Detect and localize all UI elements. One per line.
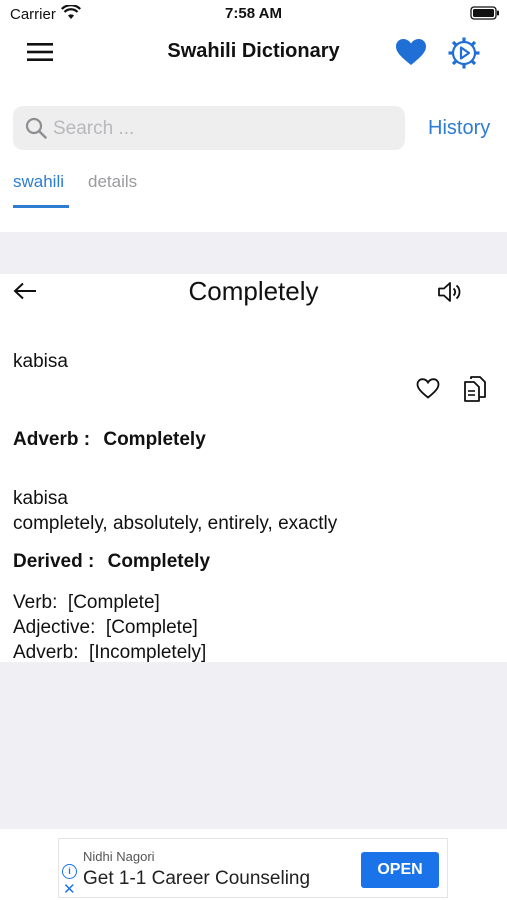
battery-icon: [470, 6, 499, 20]
definition-line: completely, absolutely, entirely, exactl…: [13, 513, 338, 534]
derived-line: Verb: [Complete]: [13, 592, 160, 613]
adverb-heading: Adverb : Completely: [13, 429, 206, 451]
search-placeholder: Search ...: [53, 118, 135, 139]
page-title: Swahili Dictionary: [167, 40, 340, 62]
heart-outline-icon[interactable]: [416, 378, 440, 399]
definition-line: kabisa: [13, 488, 68, 509]
speaker-icon[interactable]: [437, 281, 463, 303]
empty-content-area: [0, 662, 507, 829]
search-input[interactable]: Search ...: [13, 106, 405, 150]
copy-icon[interactable]: [463, 375, 487, 402]
entry-word-title: Completely: [188, 276, 319, 306]
derived-line: Adjective: [Complete]: [13, 617, 198, 638]
adverb-definition: kabisa completely, absolutely, entirely,…: [13, 486, 337, 536]
status-bar: Carrier 7:58 AM: [0, 0, 507, 28]
adverb-heading-label: Adverb :: [13, 429, 91, 450]
active-tab-indicator: [13, 205, 69, 208]
ad-close-icon[interactable]: ✕: [63, 880, 76, 898]
derived-heading-value: Completely: [107, 551, 211, 572]
ad-advertiser: Nidhi Nagori: [83, 849, 155, 864]
tab-swahili[interactable]: swahili: [13, 172, 64, 192]
ad-info-icon[interactable]: i: [62, 864, 77, 879]
adverb-heading-value: Completely: [103, 429, 206, 450]
history-button[interactable]: History: [428, 117, 490, 140]
derived-forms: Verb: [Complete] Adjective: [Complete] A…: [13, 590, 206, 665]
status-time: 7:58 AM: [225, 5, 282, 22]
settings-gear-icon[interactable]: [448, 37, 480, 69]
derived-heading: Derived : Completely: [13, 551, 210, 573]
ad-open-button[interactable]: OPEN: [361, 852, 439, 888]
entry-translation: kabisa: [13, 351, 68, 372]
tab-details[interactable]: details: [88, 172, 137, 192]
section-divider: [0, 232, 507, 274]
ad-banner[interactable]: i ✕ Nidhi Nagori Get 1-1 Career Counseli…: [58, 838, 448, 898]
ad-headline: Get 1-1 Career Counseling: [83, 868, 311, 889]
search-icon: [25, 117, 47, 139]
derived-heading-label: Derived :: [13, 551, 95, 572]
favorites-heart-icon[interactable]: [396, 39, 426, 66]
